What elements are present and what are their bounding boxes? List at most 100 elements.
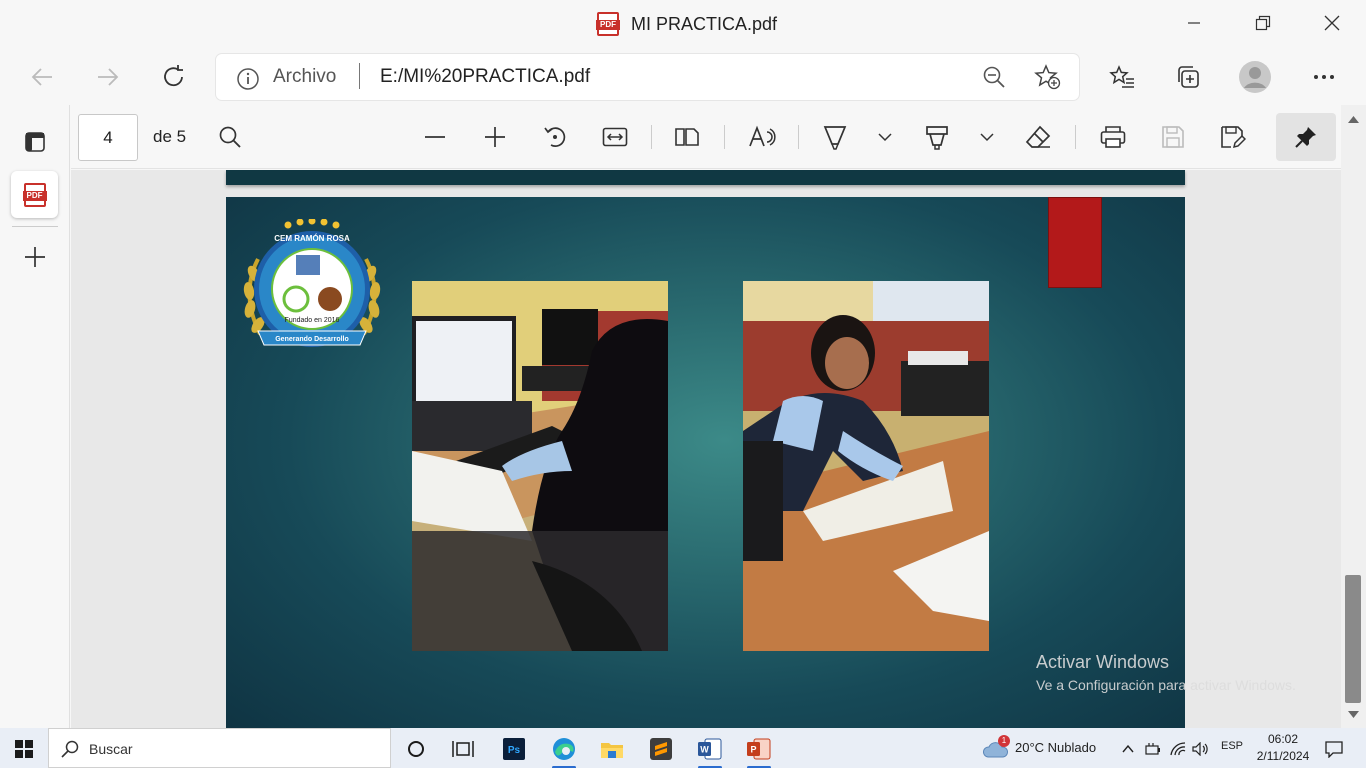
- show-hidden-icons-button[interactable]: [1115, 733, 1141, 765]
- favorites-button[interactable]: [1104, 60, 1140, 94]
- notifications-button[interactable]: [1314, 733, 1354, 765]
- powerpoint-icon: P: [747, 738, 771, 760]
- arrow-left-icon: [31, 68, 52, 86]
- search-icon: [219, 126, 241, 148]
- save-button[interactable]: [1157, 121, 1189, 153]
- pin-icon: [1295, 127, 1316, 148]
- page-total-label: de 5: [153, 127, 187, 146]
- page-number-input[interactable]: 4: [78, 114, 138, 161]
- window-title: MI PRACTICA.pdf: [631, 13, 778, 34]
- activate-windows-subtitle: Ve a Configuración para activar Windows.: [1036, 677, 1296, 693]
- draw-button[interactable]: [819, 121, 851, 153]
- previous-page-bottom: [226, 170, 1185, 185]
- minus-icon: [425, 136, 445, 138]
- site-info-label[interactable]: Archivo: [273, 66, 336, 88]
- rotate-button[interactable]: [539, 121, 571, 153]
- taskbar-clock[interactable]: 06:02 2/11/2024: [1255, 731, 1311, 765]
- taskbar-search-placeholder: Buscar: [89, 741, 133, 757]
- language-indicator[interactable]: ESP: [1221, 740, 1243, 752]
- taskbar-word[interactable]: W: [690, 733, 730, 768]
- info-icon[interactable]: [236, 67, 260, 91]
- erase-button[interactable]: [1022, 121, 1054, 153]
- vertical-tabs-icon: [24, 131, 45, 152]
- windows-logo-icon: [15, 740, 33, 758]
- page-view-button[interactable]: [671, 121, 703, 153]
- forward-button[interactable]: [90, 60, 126, 94]
- weather-text[interactable]: 20°C Nublado: [1015, 740, 1096, 755]
- close-button[interactable]: [1310, 8, 1354, 38]
- windows-taskbar: Buscar Ps W P 1 20°C Nublado ESP 06:02 2…: [0, 728, 1366, 768]
- fit-to-width-button[interactable]: [599, 121, 631, 153]
- taskbar-sublime-text[interactable]: [641, 733, 681, 765]
- network-button[interactable]: [1166, 733, 1190, 765]
- task-view-icon: [452, 741, 474, 757]
- toolbar-divider: [1075, 125, 1076, 149]
- highlighter-icon: [926, 126, 948, 150]
- scrollbar-thumb[interactable]: [1345, 575, 1361, 703]
- wifi-icon: [1170, 742, 1186, 756]
- taskbar-powerpoint[interactable]: P: [739, 733, 779, 768]
- task-view-button[interactable]: [443, 733, 483, 765]
- restore-icon: [1255, 15, 1271, 31]
- address-bar[interactable]: Archivo E:/MI%20PRACTICA.pdf: [216, 54, 1079, 100]
- avatar: [1239, 61, 1271, 93]
- scroll-up-icon[interactable]: [1348, 115, 1359, 123]
- cortana-button[interactable]: [396, 733, 436, 765]
- folder-icon: [601, 743, 623, 758]
- power-status-button[interactable]: [1141, 733, 1165, 765]
- fit-width-icon: [602, 127, 628, 147]
- zoom-out-icon[interactable]: [982, 65, 1006, 89]
- logo-top-text: CEM RAMÓN ROSA: [274, 234, 350, 243]
- photo-student-writing: [743, 281, 989, 651]
- clock-time: 06:02: [1267, 732, 1299, 746]
- taskbar-edge[interactable]: [544, 733, 584, 768]
- save-as-button[interactable]: [1217, 121, 1249, 153]
- taskbar-file-explorer[interactable]: [592, 733, 632, 765]
- taskbar-photoshop[interactable]: Ps: [494, 733, 534, 765]
- draw-pen-icon: [823, 126, 847, 150]
- more-dots-icon: [1314, 75, 1334, 79]
- word-icon: W: [698, 738, 722, 760]
- draw-options-dropdown[interactable]: [869, 121, 901, 153]
- restore-button[interactable]: [1241, 8, 1285, 38]
- vertical-scrollbar[interactable]: [1341, 105, 1366, 728]
- read-aloud-button[interactable]: [746, 121, 778, 153]
- address-divider: [359, 63, 360, 89]
- photoshop-icon: Ps: [503, 738, 525, 760]
- zoom-in-button[interactable]: [479, 121, 511, 153]
- cortana-circle-icon: [408, 741, 424, 757]
- highlight-button[interactable]: [921, 121, 953, 153]
- minimize-button[interactable]: [1172, 8, 1216, 38]
- svg-text:Ps: Ps: [508, 745, 521, 756]
- refresh-button[interactable]: [156, 60, 192, 94]
- add-favorite-icon[interactable]: [1034, 64, 1062, 90]
- pdf-page-4: Fundado en 2016 CEM RAMÓN ROSA Generando…: [226, 197, 1185, 728]
- tab-mi-practica-pdf[interactable]: [11, 171, 58, 218]
- print-button[interactable]: [1097, 121, 1129, 153]
- logo-founded-text: Fundado en 2016: [285, 317, 340, 324]
- back-button[interactable]: [24, 60, 60, 94]
- printer-icon: [1100, 126, 1126, 148]
- weather-widget-button[interactable]: 1: [976, 733, 1016, 765]
- taskbar-search-box[interactable]: Buscar: [48, 728, 391, 768]
- arrow-right-icon: [98, 68, 119, 86]
- url-text[interactable]: E:/MI%20PRACTICA.pdf: [380, 66, 590, 88]
- window-title-group: MI PRACTICA.pdf: [596, 12, 778, 36]
- start-button[interactable]: [4, 733, 44, 765]
- rotate-icon: [544, 127, 566, 147]
- pin-toolbar-button[interactable]: [1276, 113, 1336, 161]
- find-button[interactable]: [214, 121, 246, 153]
- logo-ribbon-text: Generando Desarrollo: [275, 336, 349, 343]
- tab-actions-button[interactable]: [11, 118, 58, 165]
- highlight-options-dropdown[interactable]: [971, 121, 1003, 153]
- profile-button[interactable]: [1237, 60, 1273, 94]
- activate-windows-title: Activar Windows: [1036, 652, 1170, 672]
- scroll-down-icon[interactable]: [1348, 711, 1359, 719]
- zoom-out-button[interactable]: [419, 121, 451, 153]
- settings-more-button[interactable]: [1306, 60, 1342, 94]
- plus-icon: [485, 127, 505, 147]
- new-tab-button[interactable]: [11, 233, 58, 280]
- collections-button[interactable]: [1170, 60, 1206, 94]
- read-aloud-icon: [749, 125, 776, 147]
- volume-button[interactable]: [1188, 733, 1212, 765]
